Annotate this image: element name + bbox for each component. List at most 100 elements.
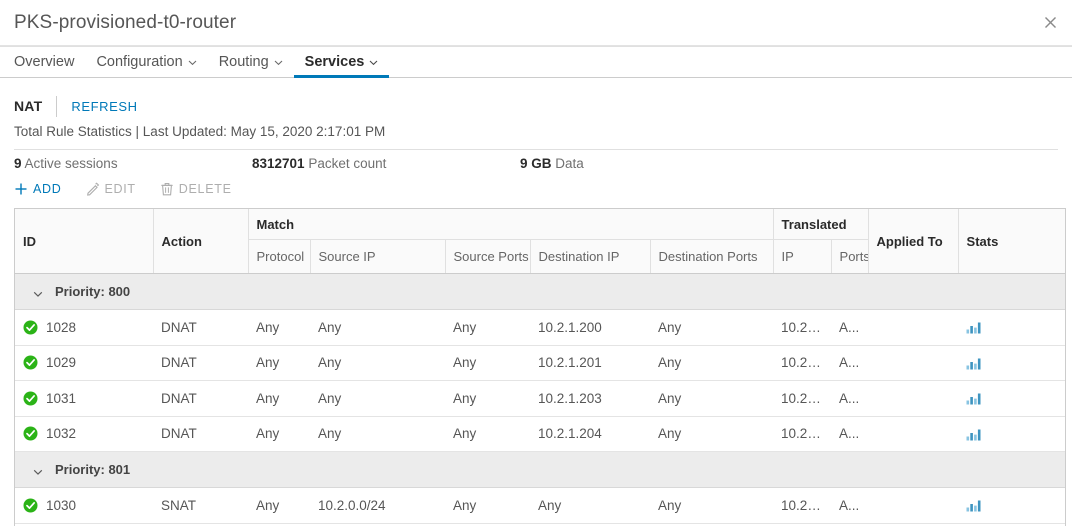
table-row[interactable]: 1031 DNAT Any Any Any 10.2.1.203 Any 10.2.0.5 A.… (15, 380, 1065, 417)
table-group-row[interactable]: Priority: 801 (15, 451, 1065, 488)
column-header-destination-ports[interactable]: Destination Ports (649, 239, 774, 274)
cell-protocol: Any (248, 380, 310, 417)
tab-routing[interactable]: Routing (208, 46, 294, 77)
column-header-id-label: ID (23, 234, 36, 249)
plus-icon (14, 182, 28, 196)
stat-active-sessions: 9 Active sessions (14, 156, 118, 171)
chevron-down-icon[interactable] (33, 287, 43, 297)
nat-services-panel: PKS-provisioned-t0-router Overview Confi… (0, 0, 1072, 526)
stat-data: 9 GB Data (520, 156, 584, 171)
pencil-icon (86, 182, 100, 196)
column-header-id[interactable]: ID (15, 209, 153, 274)
rule-id: 1030 (46, 497, 77, 513)
cell-stats (958, 380, 1065, 417)
table-row[interactable]: 1029 DNAT Any Any Any 10.2.1.201 Any 10.2.0.3 A.… (15, 345, 1065, 381)
table-toolbar: ADD EDIT DELETE (0, 178, 1072, 200)
column-header-translated-ports-label: Ports (839, 249, 868, 264)
chevron-down-icon (274, 58, 283, 67)
add-button[interactable]: ADD (14, 182, 62, 196)
cell-source-ports: Any (445, 380, 530, 417)
cell-source-ip: Any (310, 416, 445, 452)
tabbar: Overview Configuration Routing Services (0, 46, 1072, 78)
close-icon[interactable] (1038, 10, 1062, 34)
cell-applied-to (868, 380, 959, 417)
cell-destination-ip: Any (530, 487, 650, 524)
cell-source-ports: Any (445, 487, 530, 524)
column-header-applied-to[interactable]: Applied To (867, 209, 959, 274)
table-group-label: Priority: 801 (55, 462, 131, 477)
cell-translated-ip: 10.2.0.2 (773, 309, 832, 346)
tab-configuration[interactable]: Configuration (85, 46, 207, 77)
rule-id: 1031 (46, 390, 77, 406)
column-header-translated-ports[interactable]: Ports (830, 239, 869, 274)
cell-destination-ports: Any (650, 345, 774, 381)
cell-stats (958, 309, 1065, 346)
table-header-group-row: ID Action Match Translated Applied To St… (15, 209, 1065, 274)
table-row[interactable]: 1030 SNAT Any 10.2.0.0/24 Any Any Any 10.2.1...… (15, 487, 1065, 524)
chevron-down-icon[interactable] (33, 465, 43, 475)
edit-button-label: EDIT (104, 182, 136, 196)
status-ok-icon (23, 498, 38, 513)
tab-services[interactable]: Services (293, 46, 390, 78)
cell-destination-ports: Any (650, 380, 774, 417)
cell-id: 1028 (15, 309, 153, 346)
edit-button[interactable]: EDIT (86, 182, 136, 196)
cell-translated-ports: A... (831, 416, 869, 452)
column-header-protocol-label: Protocol (256, 249, 305, 264)
cell-source-ip: Any (310, 345, 445, 381)
cell-translated-ports: A... (831, 309, 869, 346)
stat-packet-count-value: 8312701 (252, 156, 305, 171)
column-header-protocol[interactable]: Protocol (247, 239, 310, 274)
cell-source-ip: Any (310, 309, 445, 346)
nat-rules-table-container[interactable]: ID Action Match Translated Applied To St… (14, 208, 1066, 526)
cell-protocol: Any (248, 416, 310, 452)
table-row[interactable]: 1032 DNAT Any Any Any 10.2.1.204 Any 10.2.0.6 A.… (15, 416, 1065, 452)
bar-chart-icon[interactable] (966, 320, 982, 334)
column-header-stats[interactable]: Stats (957, 209, 1065, 274)
cell-action: SNAT (153, 487, 248, 524)
trash-icon (160, 182, 174, 196)
table-group-cell: Priority: 800 (15, 273, 1065, 310)
bar-chart-icon[interactable] (966, 391, 982, 405)
cell-stats (958, 487, 1065, 524)
nat-rules-table: ID Action Match Translated Applied To St… (15, 209, 1065, 524)
table-header: ID Action Match Translated Applied To St… (15, 209, 1065, 274)
column-header-source-ip[interactable]: Source IP (309, 239, 445, 274)
column-header-action[interactable]: Action (152, 209, 248, 274)
bar-chart-icon[interactable] (966, 356, 982, 370)
window-titlebar: PKS-provisioned-t0-router (0, 0, 1072, 45)
rule-id: 1028 (46, 319, 77, 335)
cell-source-ports: Any (445, 416, 530, 452)
statistics-summary: 9 Active sessions 8312701 Packet count 9… (0, 150, 1072, 178)
column-header-source-ports[interactable]: Source Ports (444, 239, 530, 274)
refresh-button[interactable]: REFRESH (71, 99, 137, 114)
cell-destination-ip: 10.2.1.200 (530, 309, 650, 346)
cell-destination-ports: Any (650, 416, 774, 452)
column-header-action-label: Action (161, 234, 202, 249)
cell-applied-to (868, 416, 959, 452)
column-header-destination-ip[interactable]: Destination IP (529, 239, 650, 274)
bar-chart-icon[interactable] (966, 427, 982, 441)
status-ok-icon (23, 320, 38, 335)
status-ok-icon (23, 391, 38, 406)
rule-id: 1029 (46, 355, 77, 371)
cell-applied-to (868, 345, 959, 381)
stat-active-sessions-value: 9 (14, 156, 22, 171)
status-ok-icon (23, 426, 38, 441)
column-header-translated-ip[interactable]: IP (772, 239, 832, 274)
table-body: Priority: 800 1028 DNAT Any Any Any 10.2.1.200… (15, 273, 1065, 524)
column-header-applied-to-label: Applied To (876, 234, 943, 249)
table-row[interactable]: 1028 DNAT Any Any Any 10.2.1.200 Any 10.2.0.2 A.… (15, 309, 1065, 346)
cell-protocol: Any (248, 309, 310, 346)
status-ok-icon (23, 355, 38, 370)
cell-action: DNAT (153, 309, 248, 346)
stat-packet-count: 8312701 Packet count (252, 156, 386, 171)
delete-button[interactable]: DELETE (160, 182, 232, 196)
stat-data-label: Data (555, 156, 584, 171)
column-header-translated-ip-label: IP (781, 249, 794, 264)
tab-overview[interactable]: Overview (14, 46, 85, 77)
table-group-row[interactable]: Priority: 800 (15, 273, 1065, 310)
cell-protocol: Any (248, 345, 310, 381)
bar-chart-icon[interactable] (966, 498, 982, 512)
chevron-down-icon (369, 58, 378, 67)
